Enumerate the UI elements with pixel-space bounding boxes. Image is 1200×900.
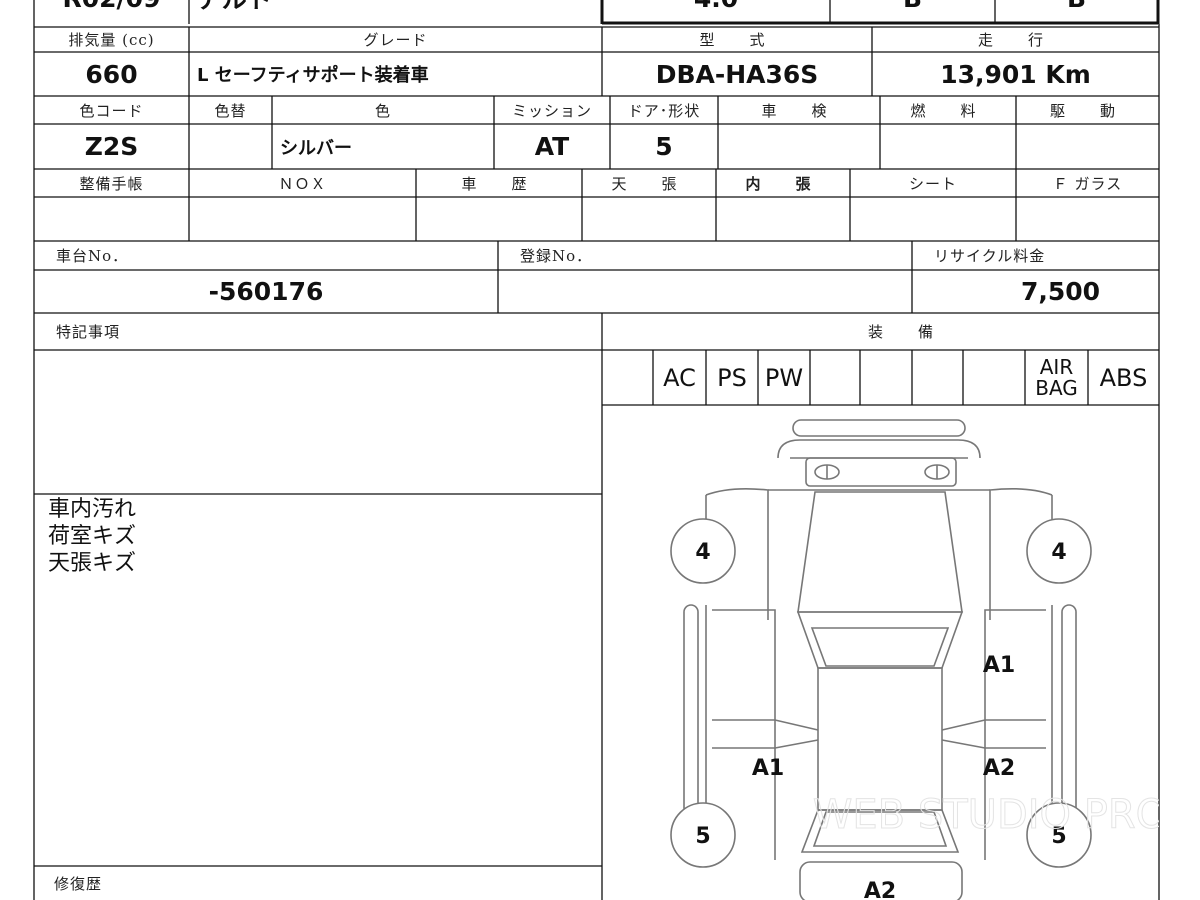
repaint-value	[189, 124, 272, 169]
damage-mark-right-front: A1	[983, 653, 1015, 678]
grade-header: グレード	[363, 31, 428, 49]
registration-no-value	[498, 270, 912, 313]
auction-sheet: R02/09 アルト 4.0 B B 排気量 (cc) グレード 型 式 走 行…	[0, 0, 1200, 900]
drive-header: 駆 動	[1049, 101, 1125, 120]
door-shape-header: ドア･形状	[627, 101, 701, 120]
transmission-value: AT	[534, 132, 570, 161]
equipment-header: 装 備	[867, 323, 943, 341]
tire-front-right-grade: 4	[1051, 540, 1066, 565]
car-diagram: 4 4 5 5 A1 A1 A2 A2 WEB STUDIO PRO	[670, 419, 1159, 900]
remark-note: 天張キズ	[48, 551, 137, 576]
fuel-value	[880, 124, 1016, 169]
chassis-no-header: 車台No．	[56, 247, 129, 265]
color-code-header: 色コード	[79, 101, 144, 120]
repaint-header: 色替	[214, 101, 247, 120]
door-shape-value: 5	[655, 132, 673, 161]
inspection-value	[718, 124, 880, 169]
recycle-fee-value: 7,500	[1020, 277, 1101, 306]
equipment-ac: AC	[663, 363, 696, 392]
headliner-header: 天 張	[611, 174, 687, 193]
drive-value	[1016, 124, 1159, 169]
repair-history-label: 修復歴	[54, 874, 103, 893]
damage-mark-left-door: A1	[752, 756, 784, 781]
equipment-airbag: AIR BAG	[1025, 350, 1088, 405]
mileage-header: 走 行	[977, 31, 1053, 49]
displacement-value: 660	[85, 59, 138, 89]
exterior-grade-value: B	[995, 0, 1158, 11]
remark-note: 車内汚れ	[48, 497, 137, 522]
equipment-pw: PW	[764, 363, 804, 392]
color-value: シルバー	[280, 137, 352, 159]
tire-front-left-grade: 4	[695, 540, 710, 565]
recycle-fee-header: リサイクル料金	[934, 247, 1046, 265]
registration-no-header: 登録No．	[520, 247, 593, 265]
inspection-header: 車 検	[761, 101, 837, 120]
mileage-value: 13,901 Km	[940, 59, 1091, 89]
equipment-ps: PS	[717, 363, 747, 392]
nox-header: ＮＯＸ	[278, 174, 327, 193]
service-record-header: 整備手帳	[79, 174, 144, 193]
model-code-value: DBA-HA36S	[655, 59, 819, 89]
seat-header: シート	[908, 174, 957, 193]
front-glass-header: Ｆ ガラス	[1052, 174, 1123, 193]
damage-mark-right-rear: A2	[983, 756, 1015, 781]
airbag-line-2: BAG	[1035, 375, 1078, 400]
damage-mark-rear: A2	[864, 879, 896, 900]
color-header: 色	[374, 101, 391, 120]
chassis-no-value: -560176	[208, 277, 324, 306]
history-header: 車 歴	[461, 174, 537, 193]
model-code-header: 型 式	[699, 31, 775, 49]
interior-grade-value: B	[830, 0, 995, 11]
fuel-header: 燃 料	[910, 101, 986, 120]
remarks-header: 特記事項	[56, 323, 121, 341]
transmission-header: ミッション	[511, 101, 592, 120]
color-code-value: Z2S	[84, 132, 139, 161]
remarks-notes: 車内汚れ 荷室キズ 天張キズ	[48, 496, 136, 577]
date-value: R02/09	[34, 0, 189, 11]
airbag-line-1: AIR	[1039, 354, 1074, 379]
grade-value: L セーフティサポート装着車	[197, 65, 429, 86]
tire-rear-left-grade: 5	[695, 824, 710, 849]
score-value: 4.0	[602, 0, 830, 11]
interior-lining-header: 内 張	[745, 174, 821, 193]
car-name-value: アルト	[189, 0, 602, 11]
watermark: WEB STUDIO PRO	[813, 792, 1159, 838]
remark-note: 荷室キズ	[48, 524, 137, 549]
equipment-abs: ABS	[1099, 363, 1148, 392]
displacement-header: 排気量 (cc)	[68, 31, 155, 49]
